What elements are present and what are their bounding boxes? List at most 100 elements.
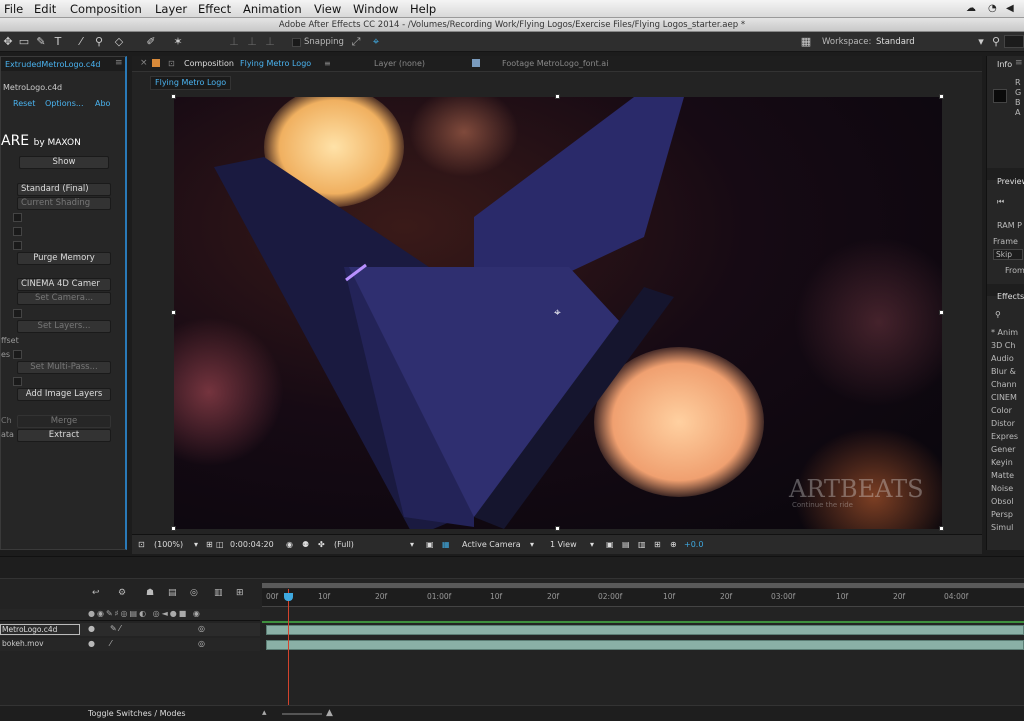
- set-multi-pass-button[interactable]: Set Multi-Pass...: [17, 361, 111, 374]
- anchor-point-icon[interactable]: ⌖: [554, 305, 561, 320]
- effects-category[interactable]: Distor: [991, 419, 1015, 428]
- snap-features-icon[interactable]: ⌖: [370, 36, 382, 48]
- menu-window[interactable]: Window: [353, 2, 398, 16]
- about-link[interactable]: Abo: [95, 99, 110, 108]
- lock-icon[interactable]: ⊡: [168, 59, 175, 68]
- effects-category[interactable]: CINEM: [991, 393, 1017, 402]
- camera-select[interactable]: CINEMA 4D Camer: [17, 278, 111, 291]
- chevron-down-icon[interactable]: ▾: [590, 540, 594, 549]
- menu-help[interactable]: Help: [410, 2, 436, 16]
- effects-category[interactable]: * Anim: [991, 328, 1018, 337]
- merge-button[interactable]: Merge: [17, 415, 111, 428]
- reset-exposure-icon[interactable]: ⊕: [670, 540, 677, 549]
- panel-tab-effect-controls[interactable]: ExtrudedMetroLogo.c4d: [5, 60, 100, 69]
- wifi-icon[interactable]: ◔: [988, 3, 997, 14]
- info-panel-title[interactable]: Info: [997, 60, 1012, 69]
- menu-edit[interactable]: Edit: [34, 2, 56, 16]
- toggle-switches-modes-button[interactable]: Toggle Switches / Modes: [88, 709, 186, 718]
- volume-icon[interactable]: ◀: [1006, 3, 1014, 14]
- effects-category[interactable]: Blur &: [991, 367, 1016, 376]
- search-icon[interactable]: ⚲: [995, 310, 1001, 319]
- chevron-down-icon[interactable]: ▾: [194, 540, 198, 549]
- skip-field[interactable]: Skip: [993, 249, 1023, 260]
- view-layout-select[interactable]: 1 View: [550, 540, 577, 549]
- chevron-down-icon[interactable]: ▾: [975, 36, 987, 48]
- add-image-layers-button[interactable]: Add Image Layers: [17, 388, 111, 401]
- brush-tool-icon[interactable]: ⁄: [75, 36, 87, 48]
- active-camera-select[interactable]: Active Camera: [462, 540, 521, 549]
- comp-mini-flowchart-icon[interactable]: ↩: [92, 588, 100, 598]
- current-time-indicator[interactable]: [288, 589, 289, 721]
- channel-icon[interactable]: ✤: [318, 540, 325, 549]
- composition-subtab[interactable]: Flying Metro Logo: [150, 76, 232, 90]
- workspace-select[interactable]: Standard: [876, 37, 915, 47]
- transform-handle[interactable]: [171, 526, 176, 531]
- graph-editor-icon[interactable]: ▥: [214, 588, 223, 598]
- option-checkbox-6[interactable]: [13, 377, 22, 386]
- zoom-in-icon[interactable]: ▲: [326, 708, 333, 718]
- layer-duration-bar[interactable]: [266, 640, 1024, 650]
- work-area-bar[interactable]: [262, 583, 1024, 588]
- draft-3d-icon[interactable]: ⚙: [118, 588, 126, 598]
- panel-menu-icon[interactable]: ≡: [115, 58, 123, 68]
- transform-handle[interactable]: [555, 94, 560, 99]
- chevron-down-icon[interactable]: ▾: [410, 540, 414, 549]
- tab-layer[interactable]: Layer (none): [374, 59, 425, 68]
- effects-category[interactable]: Simul: [991, 523, 1013, 532]
- effects-category[interactable]: Chann: [991, 380, 1017, 389]
- region-of-interest-icon[interactable]: ▣: [426, 540, 434, 549]
- option-checkbox-2[interactable]: [13, 227, 22, 236]
- visibility-icon[interactable]: ●: [88, 624, 95, 633]
- effects-category[interactable]: Audio: [991, 354, 1014, 363]
- flowchart-icon[interactable]: ⊞: [654, 540, 661, 549]
- transform-handle[interactable]: [171, 94, 176, 99]
- rectangle-tool-icon[interactable]: ▭: [18, 36, 30, 48]
- zoom-out-icon[interactable]: ▴: [262, 708, 267, 718]
- close-icon[interactable]: ×: [140, 58, 148, 68]
- selection-tool-icon[interactable]: ✥: [2, 36, 14, 48]
- set-camera-button[interactable]: Set Camera...: [17, 292, 111, 305]
- search-icon[interactable]: ⚲: [990, 36, 1002, 48]
- first-frame-icon[interactable]: ⏮: [997, 197, 1004, 207]
- snapshot-icon[interactable]: ◉: [286, 540, 293, 549]
- menu-layer[interactable]: Layer: [155, 2, 187, 16]
- renderer-select[interactable]: Standard (Final): [17, 183, 111, 196]
- grid-icon[interactable]: ⊞: [206, 540, 213, 549]
- layer-row[interactable]: MetroLogo.c4d ● ✎ ⁄ ◎: [0, 623, 260, 636]
- option-checkbox-1[interactable]: [13, 213, 22, 222]
- type-tool-icon[interactable]: T: [52, 36, 64, 48]
- menu-composition[interactable]: Composition: [70, 2, 142, 16]
- eraser-tool-icon[interactable]: ◇: [113, 36, 125, 48]
- option-checkbox-3[interactable]: [13, 241, 22, 250]
- frame-blending-icon[interactable]: ▤: [168, 588, 177, 598]
- effects-panel-title[interactable]: Effects: [997, 292, 1024, 301]
- layer-name[interactable]: MetroLogo.c4d: [0, 624, 80, 635]
- reset-link[interactable]: Reset: [13, 99, 35, 108]
- shading-select[interactable]: Current Shading: [17, 197, 111, 210]
- world-axis-icon[interactable]: ⊥: [246, 36, 258, 48]
- effects-category[interactable]: Keyin: [991, 458, 1013, 467]
- pen-tool-icon[interactable]: ✎: [35, 36, 47, 48]
- always-preview-icon[interactable]: ⊡: [138, 540, 145, 549]
- tab-composition-prefix[interactable]: Composition: [184, 59, 234, 68]
- effects-category[interactable]: Obsol: [991, 497, 1014, 506]
- fast-previews-icon[interactable]: ▤: [622, 540, 630, 549]
- effects-category[interactable]: Color: [991, 406, 1012, 415]
- effects-category[interactable]: Persp: [991, 510, 1013, 519]
- show-snapshot-icon[interactable]: ⚉: [302, 540, 309, 549]
- menu-effect[interactable]: Effect: [198, 2, 231, 16]
- zoom-slider[interactable]: [282, 713, 322, 715]
- switches-icon[interactable]: ⁄: [110, 639, 111, 648]
- snapping-checkbox[interactable]: [292, 38, 301, 47]
- visibility-icon[interactable]: ●: [88, 639, 95, 648]
- transform-handle[interactable]: [171, 310, 176, 315]
- panel-menu-icon[interactable]: ≡: [1015, 58, 1023, 68]
- tab-composition-name[interactable]: Flying Metro Logo: [240, 59, 311, 68]
- brainstorm-icon[interactable]: ⊞: [236, 588, 244, 598]
- show-button[interactable]: Show: [19, 156, 109, 169]
- mask-icon[interactable]: ◫: [216, 540, 224, 549]
- preview-panel-title[interactable]: Preview: [997, 177, 1024, 186]
- set-layers-button[interactable]: Set Layers...: [17, 320, 111, 333]
- effects-category[interactable]: Gener: [991, 445, 1015, 454]
- transparency-grid-icon[interactable]: ▦: [442, 540, 450, 549]
